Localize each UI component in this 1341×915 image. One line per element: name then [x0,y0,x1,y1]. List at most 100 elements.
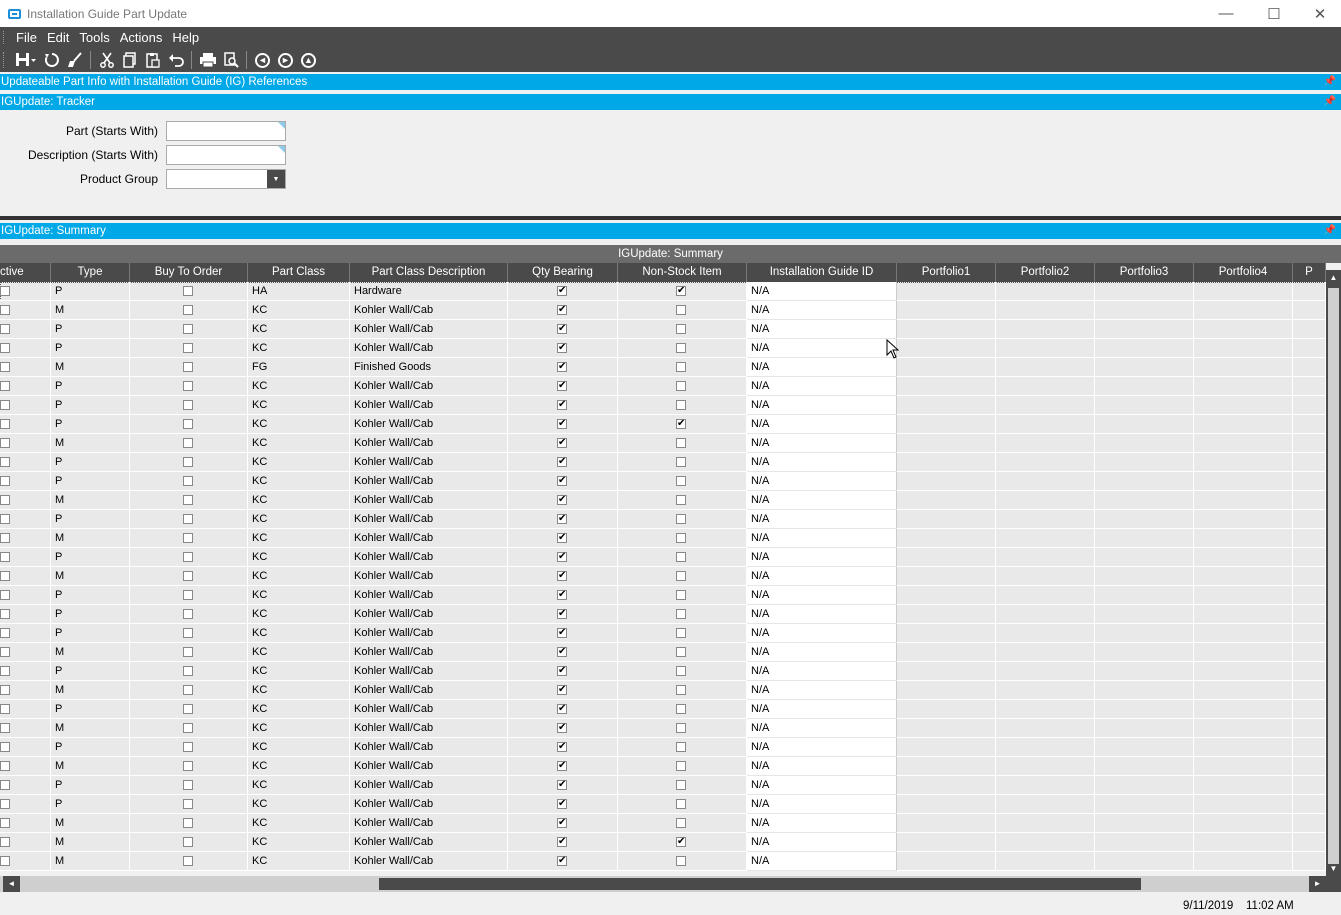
column-header-non-stock-item[interactable]: Non-Stock Item [618,263,747,282]
table-row[interactable]: M FG Finished Goods ✔ N/A [0,358,1326,377]
cell-active[interactable] [0,301,51,320]
cell-part-class-description[interactable]: Kohler Wall/Cab [350,624,508,643]
cell-buy-to-order[interactable] [130,320,248,339]
cell-part-class[interactable]: KC [248,833,350,852]
chevron-down-icon[interactable]: ▼ [267,170,285,188]
cell-portfolio5[interactable] [1293,339,1326,358]
cell-portfolio4[interactable] [1194,491,1293,510]
cell-portfolio2[interactable] [996,548,1095,567]
scroll-right-icon[interactable]: ► [1309,876,1326,892]
cell-non-stock-item[interactable] [618,453,747,472]
cell-portfolio5[interactable] [1293,852,1326,871]
active-checkbox[interactable] [0,666,10,676]
qty-bearing-checkbox[interactable]: ✔ [557,495,567,505]
column-header-installation-guide-id[interactable]: Installation Guide ID [747,263,897,282]
cell-type[interactable]: P [51,548,130,567]
cell-portfolio4[interactable] [1194,282,1293,301]
cell-part-class[interactable]: KC [248,700,350,719]
buy-to-order-checkbox[interactable] [183,571,193,581]
cell-active[interactable] [0,282,51,301]
buy-to-order-checkbox[interactable] [183,457,193,467]
cell-buy-to-order[interactable] [130,529,248,548]
cell-type[interactable]: P [51,624,130,643]
table-row[interactable]: M KC Kohler Wall/Cab ✔ N/A [0,681,1326,700]
cell-portfolio2[interactable] [996,624,1095,643]
active-checkbox[interactable] [0,590,10,600]
cell-portfolio2[interactable] [996,491,1095,510]
cell-portfolio2[interactable] [996,814,1095,833]
cell-portfolio3[interactable] [1095,491,1194,510]
active-checkbox[interactable] [0,400,10,410]
cell-active[interactable] [0,510,51,529]
buy-to-order-checkbox[interactable] [183,343,193,353]
active-checkbox[interactable] [0,723,10,733]
cell-portfolio3[interactable] [1095,757,1194,776]
cell-buy-to-order[interactable] [130,586,248,605]
scroll-down-icon[interactable]: ▼ [1326,861,1341,876]
cell-part-class[interactable]: FG [248,358,350,377]
cell-portfolio4[interactable] [1194,320,1293,339]
qty-bearing-checkbox[interactable]: ✔ [557,381,567,391]
active-checkbox[interactable] [0,286,10,296]
non-stock-checkbox[interactable] [676,457,686,467]
cell-non-stock-item[interactable] [618,339,747,358]
tracker-panel-header[interactable]: IGUpdate: Tracker 📌 [0,94,1341,110]
cell-portfolio2[interactable] [996,795,1095,814]
buy-to-order-checkbox[interactable] [183,495,193,505]
table-row[interactable]: M KC Kohler Wall/Cab ✔ N/A [0,757,1326,776]
cell-portfolio2[interactable] [996,396,1095,415]
cell-buy-to-order[interactable] [130,700,248,719]
cell-buy-to-order[interactable] [130,643,248,662]
active-checkbox[interactable] [0,837,10,847]
cell-portfolio3[interactable] [1095,377,1194,396]
qty-bearing-checkbox[interactable]: ✔ [557,571,567,581]
table-row[interactable]: P KC Kohler Wall/Cab ✔ N/A [0,548,1326,567]
column-header-portfolio4[interactable]: Portfolio4 [1194,263,1293,282]
column-header-part-class-description[interactable]: Part Class Description [350,263,508,282]
non-stock-checkbox[interactable] [676,381,686,391]
qty-bearing-checkbox[interactable]: ✔ [557,324,567,334]
cell-part-class-description[interactable]: Kohler Wall/Cab [350,491,508,510]
cell-installation-guide-id[interactable]: N/A [747,567,897,586]
cell-installation-guide-id[interactable]: N/A [747,738,897,757]
active-checkbox[interactable] [0,761,10,771]
cell-portfolio5[interactable] [1293,586,1326,605]
cell-installation-guide-id[interactable]: N/A [747,776,897,795]
cell-part-class[interactable]: KC [248,814,350,833]
cell-part-class-description[interactable]: Kohler Wall/Cab [350,719,508,738]
cell-buy-to-order[interactable] [130,453,248,472]
qty-bearing-checkbox[interactable]: ✔ [557,780,567,790]
buy-to-order-checkbox[interactable] [183,818,193,828]
table-row[interactable]: M KC Kohler Wall/Cab ✔ N/A [0,434,1326,453]
cell-part-class[interactable]: KC [248,415,350,434]
cell-part-class[interactable]: KC [248,776,350,795]
cell-installation-guide-id[interactable]: N/A [747,624,897,643]
cell-portfolio1[interactable] [897,396,996,415]
active-checkbox[interactable] [0,457,10,467]
cell-portfolio5[interactable] [1293,605,1326,624]
cell-part-class[interactable]: KC [248,643,350,662]
cell-portfolio5[interactable] [1293,472,1326,491]
qty-bearing-checkbox[interactable]: ✔ [557,400,567,410]
cell-portfolio3[interactable] [1095,453,1194,472]
cell-portfolio3[interactable] [1095,396,1194,415]
cell-portfolio5[interactable] [1293,301,1326,320]
buy-to-order-checkbox[interactable] [183,761,193,771]
cell-buy-to-order[interactable] [130,282,248,301]
qty-bearing-checkbox[interactable]: ✔ [557,818,567,828]
qty-bearing-checkbox[interactable]: ✔ [557,457,567,467]
cell-installation-guide-id[interactable]: N/A [747,320,897,339]
cell-portfolio1[interactable] [897,320,996,339]
cell-part-class-description[interactable]: Kohler Wall/Cab [350,795,508,814]
cell-portfolio1[interactable] [897,415,996,434]
cell-part-class-description[interactable]: Kohler Wall/Cab [350,434,508,453]
cell-active[interactable] [0,643,51,662]
active-checkbox[interactable] [0,856,10,866]
toolbar-grip[interactable] [3,52,6,68]
cell-portfolio2[interactable] [996,434,1095,453]
cell-qty-bearing[interactable]: ✔ [508,396,618,415]
cell-portfolio2[interactable] [996,453,1095,472]
cell-part-class-description[interactable]: Hardware [350,282,508,301]
cell-part-class[interactable]: KC [248,510,350,529]
table-row[interactable]: M KC Kohler Wall/Cab ✔ N/A [0,301,1326,320]
